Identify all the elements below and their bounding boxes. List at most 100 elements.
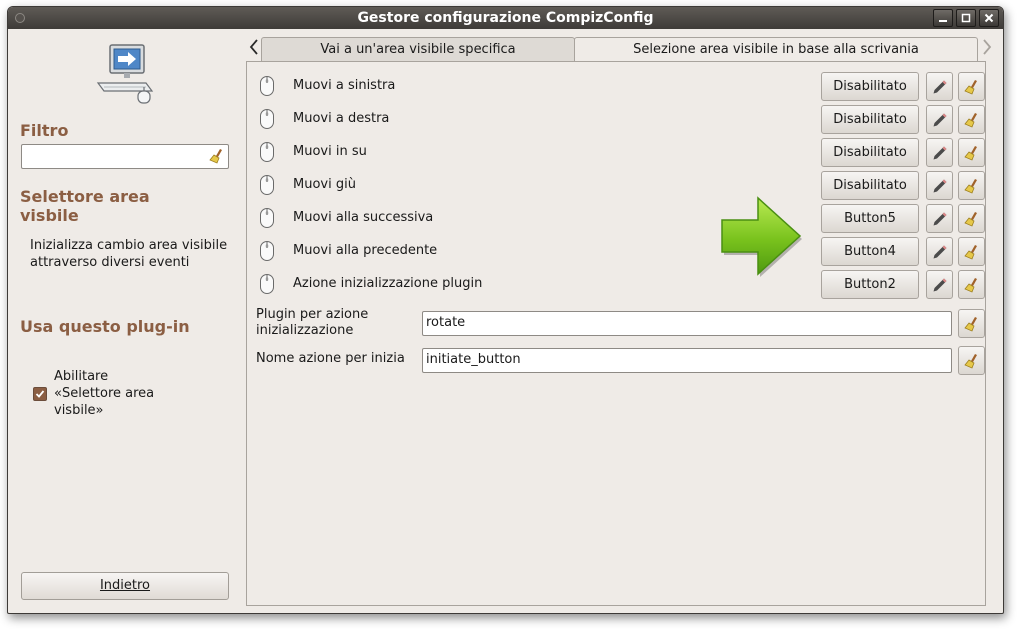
- mouse-icon: [260, 274, 274, 294]
- tab-desktop-viewport[interactable]: Selezione area visibile in base alla scr…: [574, 37, 978, 63]
- sidebar: Filtro Selettore area visbile Inizializz…: [8, 29, 244, 613]
- maximize-button[interactable]: [956, 9, 976, 27]
- minimize-button[interactable]: [933, 9, 953, 27]
- broom-icon: [963, 112, 977, 128]
- broom-icon: [963, 316, 977, 332]
- setting-label: Muovi giù: [293, 177, 356, 192]
- mouse-icon: [260, 76, 274, 96]
- pencil-icon: [933, 113, 946, 126]
- reset-button[interactable]: [958, 105, 985, 134]
- title-bar[interactable]: Gestore configurazione CompizConfig: [8, 7, 1003, 29]
- setting-row-move-next: Muovi alla successiva Button5: [247, 203, 985, 233]
- action-name-field[interactable]: [422, 348, 952, 373]
- plugin-input[interactable]: [423, 312, 949, 333]
- broom-icon[interactable]: [209, 148, 225, 164]
- filter-heading: Filtro: [20, 121, 69, 140]
- pencil-icon: [933, 212, 946, 225]
- binding-button[interactable]: Disabilitato: [821, 105, 919, 134]
- edit-button[interactable]: [926, 237, 953, 266]
- setting-row-move-left: Muovi a sinistra Disabilitato: [247, 71, 985, 101]
- close-icon: [984, 13, 994, 23]
- binding-button[interactable]: Disabilitato: [821, 138, 919, 167]
- reset-button[interactable]: [958, 237, 985, 266]
- reset-button[interactable]: [958, 346, 985, 375]
- setting-label: Muovi a sinistra: [293, 78, 396, 93]
- edit-button[interactable]: [926, 72, 953, 101]
- plugin-heading: Selettore area visbile: [20, 187, 150, 225]
- enable-plugin-toggle[interactable]: Abilitare «Selettore area visbile»: [33, 368, 174, 419]
- window-controls: [933, 9, 999, 27]
- back-button-label: Indietro: [99, 578, 151, 593]
- filter-field[interactable]: [21, 144, 229, 169]
- reset-button[interactable]: [958, 204, 985, 233]
- setting-label: Muovi a destra: [293, 111, 390, 126]
- broom-icon: [963, 244, 977, 260]
- enable-label: Abilitare «Selettore area visbile»: [54, 369, 155, 418]
- chevron-right-icon: [983, 39, 992, 55]
- edit-button[interactable]: [926, 204, 953, 233]
- filter-input[interactable]: [22, 145, 208, 166]
- action-name-input[interactable]: [423, 349, 949, 370]
- pencil-icon: [933, 245, 946, 258]
- back-button[interactable]: Indietro: [21, 572, 229, 600]
- setting-row-move-prev: Muovi alla precedente Button4: [247, 236, 985, 266]
- broom-icon: [963, 277, 977, 293]
- maximize-icon: [961, 13, 971, 23]
- mouse-icon: [260, 241, 274, 261]
- field-row-action-name: Nome azione per inizia: [247, 344, 985, 375]
- broom-icon: [963, 145, 977, 161]
- window-menu-icon[interactable]: [15, 13, 25, 23]
- edit-button[interactable]: [926, 270, 953, 299]
- setting-label: Muovi alla precedente: [293, 243, 438, 258]
- mouse-icon: [260, 142, 274, 162]
- close-button[interactable]: [979, 9, 999, 27]
- plugin-field[interactable]: [422, 311, 952, 336]
- setting-row-move-up: Muovi in su Disabilitato: [247, 137, 985, 167]
- setting-row-move-right: Muovi a destra Disabilitato: [247, 104, 985, 134]
- enable-checkbox[interactable]: [33, 387, 47, 401]
- settings-panel: Muovi a sinistra Disabilitato Muovi a de…: [246, 61, 986, 606]
- pencil-icon: [933, 146, 946, 159]
- binding-button[interactable]: Button5: [821, 204, 919, 233]
- reset-button[interactable]: [958, 171, 985, 200]
- setting-label: Muovi in su: [293, 144, 367, 159]
- chevron-left-icon: [249, 39, 258, 55]
- reset-button[interactable]: [958, 309, 985, 338]
- field-label: Nome azione per inizia: [256, 351, 405, 366]
- app-window: Gestore configurazione CompizConfig Filt: [7, 6, 1004, 614]
- pencil-icon: [933, 179, 946, 192]
- reset-button[interactable]: [958, 138, 985, 167]
- broom-icon: [963, 178, 977, 194]
- edit-button[interactable]: [926, 171, 953, 200]
- setting-row-move-down: Muovi giù Disabilitato: [247, 170, 985, 200]
- setting-label: Azione inizializzazione plugin: [293, 276, 483, 291]
- window-title: Gestore configurazione CompizConfig: [357, 10, 654, 26]
- green-arrow-icon: [721, 196, 802, 277]
- mouse-icon: [260, 175, 274, 195]
- tab-scroll-right[interactable]: [980, 37, 994, 57]
- computer-arrow-icon: [96, 44, 154, 104]
- reset-button[interactable]: [958, 72, 985, 101]
- plugin-description: Inizializza cambio area visibile attrave…: [30, 238, 228, 270]
- broom-icon: [963, 211, 977, 227]
- reset-button[interactable]: [958, 270, 985, 299]
- binding-button[interactable]: Button4: [821, 237, 919, 266]
- field-row-plugin: Plugin per azione inizializzazione: [247, 305, 985, 339]
- setting-row-init-action: Azione inizializzazione plugin Button2: [247, 269, 985, 299]
- tab-specific-viewport[interactable]: Vai a un'area visibile specifica: [261, 37, 575, 62]
- pencil-icon: [933, 278, 946, 291]
- minimize-icon: [939, 20, 947, 22]
- binding-button[interactable]: Button2: [821, 270, 919, 299]
- enable-heading: Usa questo plug-in: [20, 317, 190, 336]
- edit-button[interactable]: [926, 138, 953, 167]
- pencil-icon: [933, 80, 946, 93]
- edit-button[interactable]: [926, 105, 953, 134]
- broom-icon: [963, 79, 977, 95]
- binding-button[interactable]: Disabilitato: [821, 72, 919, 101]
- field-label: Plugin per azione inizializzazione: [256, 307, 369, 338]
- tab-scroll-left[interactable]: [247, 37, 261, 57]
- setting-label: Muovi alla successiva: [293, 210, 434, 225]
- checkmark-icon: [35, 390, 45, 398]
- binding-button[interactable]: Disabilitato: [821, 171, 919, 200]
- mouse-icon: [260, 208, 274, 228]
